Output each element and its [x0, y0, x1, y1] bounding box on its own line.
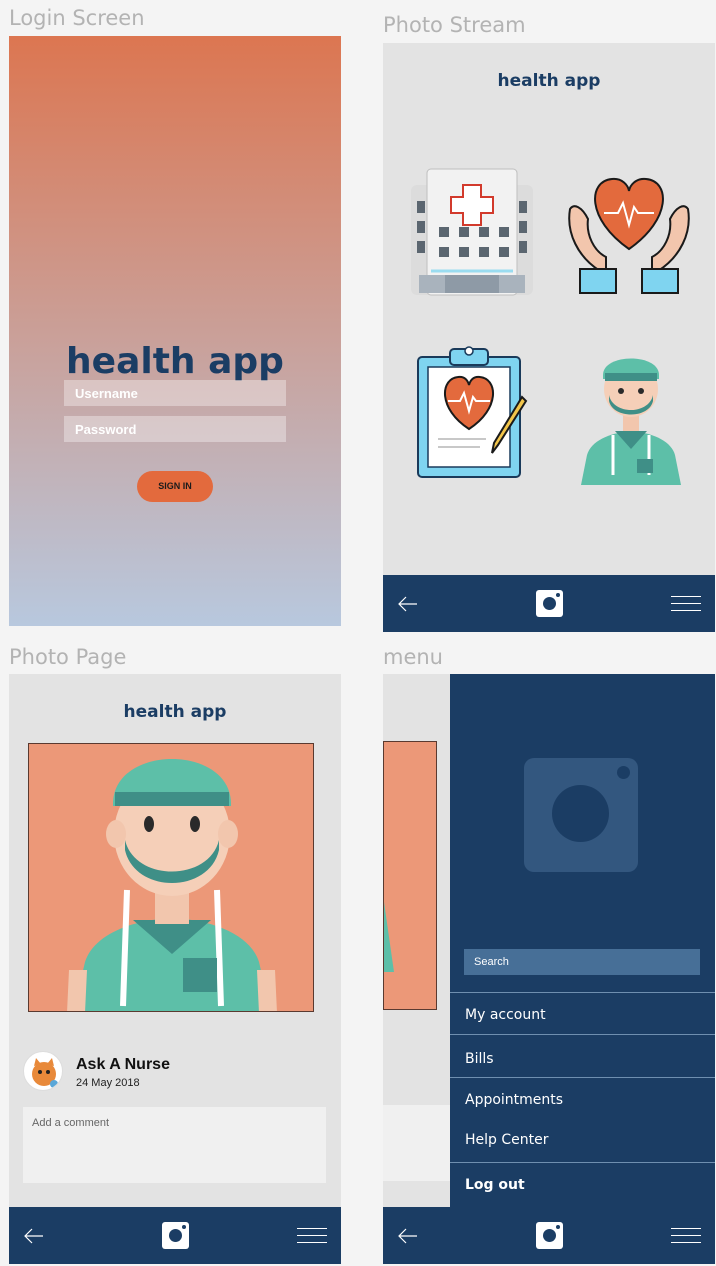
nurse-photo[interactable]	[28, 743, 314, 1012]
comment-input[interactable]	[23, 1107, 326, 1183]
hamburger-icon[interactable]	[297, 1226, 327, 1245]
menu-divider	[450, 1077, 715, 1078]
back-arrow-icon[interactable]	[395, 591, 421, 617]
nurse-icon	[67, 759, 277, 1011]
nurse-icon	[581, 358, 681, 485]
menu-divider	[450, 1162, 715, 1163]
menu-screen: My account Bills Appointments Help Cente…	[383, 674, 715, 1264]
camera-icon[interactable]	[536, 1222, 563, 1249]
hamburger-icon[interactable]	[671, 594, 701, 613]
photo-stream-label: Photo Stream	[383, 13, 526, 37]
author-name[interactable]: Ask A Nurse	[76, 1056, 170, 1074]
bottom-nav-bar	[383, 575, 715, 632]
side-drawer: My account Bills Appointments Help Cente…	[450, 674, 715, 1207]
login-screen: health app SIGN IN	[9, 36, 341, 626]
hospital-icon	[411, 168, 533, 296]
menu-item-help-center[interactable]: Help Center	[450, 1132, 715, 1148]
photo-page-label: Photo Page	[9, 645, 127, 669]
bottom-nav-bar	[383, 1207, 715, 1264]
menu-item-my-account[interactable]: My account	[450, 1007, 715, 1023]
username-input[interactable]	[64, 380, 286, 406]
hamburger-icon[interactable]	[671, 1226, 701, 1245]
photo-page-screen: health app Ask A Nurse 24 May 2018 Add a…	[9, 674, 341, 1264]
background-comment-box	[383, 1105, 450, 1181]
hospital-tile[interactable]	[409, 165, 535, 297]
login-screen-label: Login Screen	[9, 6, 145, 30]
menu-divider	[450, 992, 715, 993]
camera-icon[interactable]	[162, 1222, 189, 1249]
background-photo-art	[384, 902, 394, 972]
clipboard-heart-icon	[417, 346, 528, 478]
heart-hands-tile[interactable]	[566, 173, 692, 297]
app-header: health app	[497, 71, 601, 91]
camera-icon[interactable]	[536, 590, 563, 617]
menu-item-appointments[interactable]: Appointments	[450, 1092, 715, 1108]
search-input[interactable]	[464, 949, 700, 975]
menu-divider	[450, 1034, 715, 1035]
background-photo	[383, 741, 437, 1010]
avatar[interactable]	[23, 1051, 63, 1091]
camera-logo-icon	[524, 758, 638, 872]
clipboard-tile[interactable]	[416, 343, 534, 479]
password-input[interactable]	[64, 416, 286, 442]
photo-stream-screen: health app	[383, 43, 715, 632]
nurse-tile[interactable]	[579, 345, 683, 485]
app-header: health app	[123, 702, 227, 722]
heart-hands-icon	[568, 177, 690, 294]
menu-label: menu	[383, 645, 443, 669]
menu-item-bills[interactable]: Bills	[450, 1051, 715, 1067]
sign-in-button[interactable]: SIGN IN	[137, 471, 213, 502]
back-arrow-icon[interactable]	[21, 1223, 47, 1249]
menu-item-log-out[interactable]: Log out	[450, 1177, 715, 1193]
app-title: health app	[66, 341, 284, 382]
avatar-icon	[32, 1058, 58, 1088]
post-date: 24 May 2018	[76, 1077, 140, 1089]
back-arrow-icon[interactable]	[395, 1223, 421, 1249]
bottom-nav-bar	[9, 1207, 341, 1264]
